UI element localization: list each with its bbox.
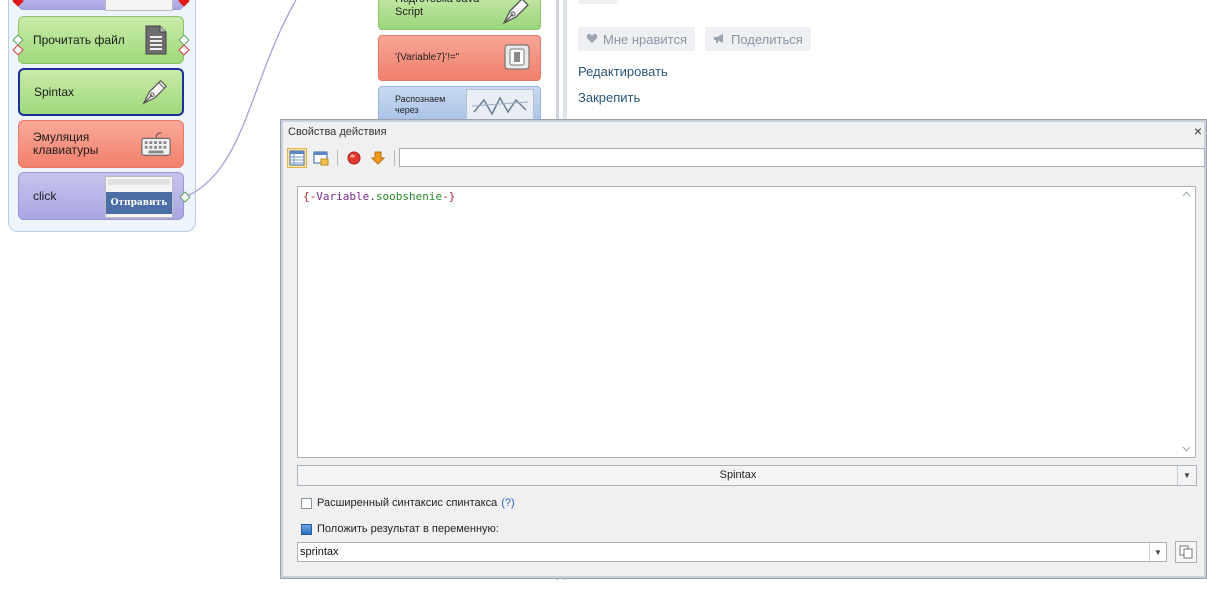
like-label: Мне нравится xyxy=(603,31,688,47)
log-area xyxy=(540,580,1207,595)
heart-icon xyxy=(586,32,598,47)
like-button[interactable]: Мне нравится xyxy=(578,27,696,51)
result-variable-value: sprintax xyxy=(300,546,339,558)
put-result-label: Положить результат в переменную: xyxy=(317,523,499,535)
code-brace-open: {- xyxy=(303,190,317,203)
extended-syntax-label: Расширенный синтаксис спинтакса xyxy=(317,497,498,509)
extended-syntax-option[interactable]: Расширенный синтаксис спинтакса (?) xyxy=(301,497,515,509)
palette-item-captcha[interactable]: Распознаем через xyxy=(378,86,541,123)
editor-scrollbar[interactable] xyxy=(1179,187,1195,457)
stop-icon[interactable] xyxy=(344,148,364,168)
pen-icon xyxy=(500,0,532,30)
palette-label: Подготовка Java Script xyxy=(395,0,479,18)
mode-select-value: Spintax xyxy=(719,469,757,481)
window-view-icon[interactable] xyxy=(311,148,331,168)
scroll-down-icon[interactable] xyxy=(1182,444,1191,455)
palette-label: Распознаем через xyxy=(395,94,446,115)
avatar-placeholder xyxy=(578,0,618,4)
dialog-title-bar[interactable]: Свойства действия xyxy=(281,120,1206,144)
palette-label: '{Variable7}'!=" xyxy=(395,52,460,63)
scroll-up-icon[interactable] xyxy=(1182,189,1191,200)
close-icon[interactable]: × xyxy=(1194,123,1202,139)
put-result-checkbox[interactable] xyxy=(301,523,312,535)
action-properties-dialog: Свойства действия × {-Variable.soobsheni… xyxy=(280,119,1207,579)
code-var-name: soobshenie xyxy=(375,190,443,203)
toolbar-search-input[interactable] xyxy=(399,148,1205,167)
chevron-down-icon[interactable]: ▼ xyxy=(1149,543,1166,561)
result-variable-select[interactable]: sprintax ▼ xyxy=(297,542,1167,562)
share-label: Поделиться xyxy=(731,31,803,47)
arrow-down-icon[interactable] xyxy=(368,148,388,168)
put-result-option[interactable]: Положить результат в переменную: xyxy=(301,523,499,535)
editor-code-line: {-Variable.soobshenie-} xyxy=(303,190,455,203)
help-link[interactable]: (?) xyxy=(501,497,514,509)
code-dot: . xyxy=(369,190,376,203)
extended-syntax-checkbox[interactable] xyxy=(301,497,312,509)
code-var-keyword: Variable xyxy=(316,190,370,203)
dialog-toolbar xyxy=(287,147,397,169)
toolbar-separator xyxy=(337,150,338,166)
code-brace-close: -} xyxy=(442,190,456,203)
chevron-down-icon[interactable]: ▼ xyxy=(1177,466,1196,485)
edit-link[interactable]: Редактировать xyxy=(578,64,668,79)
toolbar-separator xyxy=(394,150,395,166)
captcha-icon xyxy=(466,89,534,123)
dialog-title: Свойства действия xyxy=(288,126,387,138)
spintax-text-editor[interactable]: {-Variable.soobshenie-} xyxy=(297,186,1196,458)
switch-icon xyxy=(504,44,530,73)
copy-icon[interactable] xyxy=(1175,541,1197,563)
pin-link[interactable]: Закрепить xyxy=(578,90,640,105)
palette-item-java-script[interactable]: Подготовка Java Script xyxy=(378,0,541,30)
palette-item-condition[interactable]: '{Variable7}'!=" xyxy=(378,35,541,81)
table-view-icon[interactable] xyxy=(287,148,307,168)
share-button[interactable]: Поделиться xyxy=(705,27,811,51)
mode-select[interactable]: Spintax ▼ xyxy=(297,465,1197,486)
megaphone-icon xyxy=(713,32,726,47)
